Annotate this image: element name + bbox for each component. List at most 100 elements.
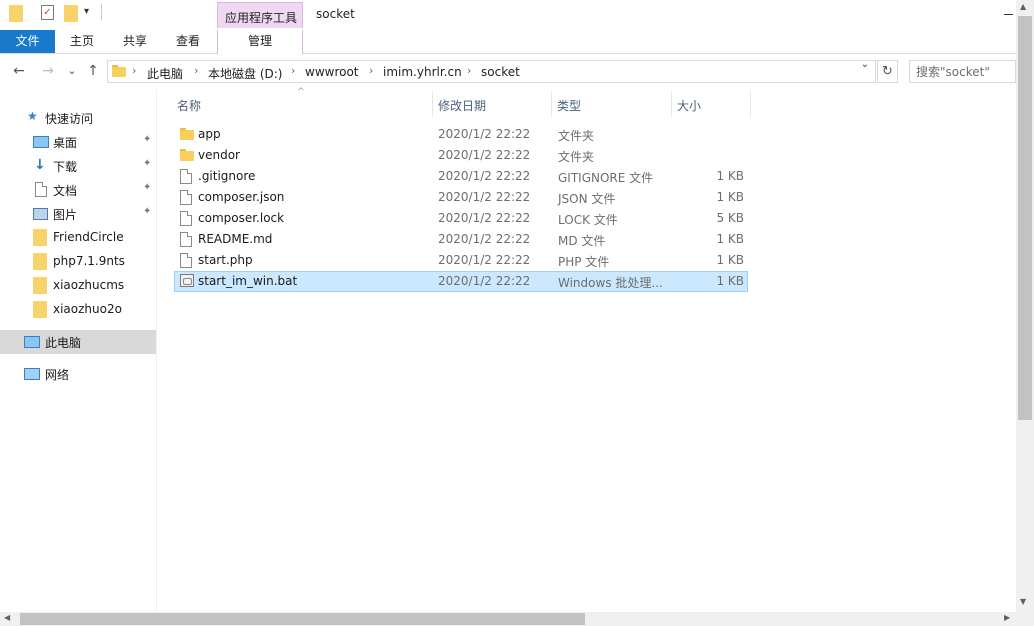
breadcrumb-site[interactable]: imim.yhrlr.cn [383, 65, 462, 79]
address-bar[interactable]: › 此电脑 › 本地磁盘 (D:) › wwwroot › imim.yhrlr… [107, 60, 876, 83]
download-icon: ↓ [34, 157, 46, 173]
sidebar-item-php[interactable]: php7.1.9nts [0, 250, 156, 274]
pin-icon[interactable]: ✦ [143, 158, 151, 169]
forward-button[interactable]: → [40, 63, 56, 79]
back-button[interactable]: ← [11, 63, 27, 79]
folder-icon [33, 253, 47, 270]
file-name: vendor [198, 148, 240, 162]
customize-quick-access-dropdown[interactable]: ▾ [84, 6, 89, 17]
folder-icon [33, 229, 47, 246]
search-input[interactable] [916, 62, 1016, 82]
breadcrumb-this-pc[interactable]: 此电脑 [147, 65, 183, 82]
column-header-name[interactable]: 名称 [172, 89, 432, 117]
sidebar-item-desktop[interactable]: 桌面 ✦ [0, 130, 156, 154]
pictures-icon [33, 208, 48, 220]
new-folder-icon[interactable] [64, 5, 78, 22]
horizontal-scrollbar[interactable]: ◀ ▶ [0, 612, 1016, 626]
sidebar-item-pictures[interactable]: 图片 ✦ [0, 202, 156, 226]
breadcrumb-separator[interactable]: › [467, 64, 471, 77]
scroll-left-icon[interactable]: ◀ [4, 613, 10, 622]
sidebar-item-label: 图片 [53, 208, 78, 222]
navigation-pane: ★ 快速访问 桌面 ✦ ↓ 下载 ✦ 文档 ✦ 图片 ✦ FriendCircl… [0, 89, 157, 612]
search-box[interactable] [909, 60, 1016, 83]
file-row-composer-json[interactable]: composer.json 2020/1/2 22:22 JSON 文件 1 K… [174, 187, 748, 208]
column-header-modified[interactable]: 修改日期 [433, 89, 551, 117]
address-history-dropdown[interactable]: ⌄ [858, 59, 872, 73]
file-row-start-php[interactable]: start.php 2020/1/2 22:22 PHP 文件 1 KB [174, 250, 748, 271]
tab-home[interactable]: 主页 [59, 30, 105, 53]
sidebar-item-label: php7.1.9nts [53, 254, 125, 268]
scroll-right-icon[interactable]: ▶ [1004, 613, 1010, 622]
file-icon [180, 253, 192, 268]
sidebar-item-downloads[interactable]: ↓ 下载 ✦ [0, 154, 156, 178]
pin-icon[interactable]: ✦ [143, 134, 151, 145]
file-row-composer-lock[interactable]: composer.lock 2020/1/2 22:22 LOCK 文件 5 K… [174, 208, 748, 229]
recent-locations-button[interactable]: ⌄ [64, 63, 80, 79]
breadcrumb-wwwroot[interactable]: wwwroot [305, 65, 359, 79]
title-separator [101, 4, 102, 20]
file-icon [180, 232, 192, 247]
vertical-scroll-thumb[interactable] [1018, 16, 1032, 420]
documents-icon [35, 182, 47, 197]
column-divider[interactable] [750, 91, 751, 117]
file-row-readme[interactable]: README.md 2020/1/2 22:22 MD 文件 1 KB [174, 229, 748, 250]
breadcrumb-separator[interactable]: › [291, 64, 295, 77]
navigation-bar: ← → ⌄ ↑ › 此电脑 › 本地磁盘 (D:) › wwwroot › im… [0, 55, 1034, 89]
folder-icon [180, 149, 194, 161]
scroll-up-icon[interactable]: ▲ [1020, 2, 1026, 11]
file-row-app[interactable]: app 2020/1/2 22:22 文件夹 [174, 124, 748, 145]
breadcrumb-separator[interactable]: › [194, 64, 198, 77]
file-explorer-window: ✓ ▾ 应用程序工具 socket 文件 主页 共享 查看 管理 ← → ⌄ ↑… [0, 0, 1034, 626]
file-type: Windows 批处理... [558, 276, 663, 290]
sidebar-item-label: 桌面 [53, 136, 78, 150]
file-row-start-im-win-bat[interactable]: start_im_win.bat 2020/1/2 22:22 Windows … [174, 271, 748, 292]
network-icon [24, 368, 40, 380]
file-row-gitignore[interactable]: .gitignore 2020/1/2 22:22 GITIGNORE 文件 1… [174, 166, 748, 187]
desktop-icon [33, 136, 49, 148]
quick-access-folder-icon[interactable] [9, 5, 23, 22]
sidebar-item-label: 文档 [53, 184, 78, 198]
up-button[interactable]: ↑ [85, 63, 101, 79]
breadcrumb-local-disk[interactable]: 本地磁盘 (D:) [208, 65, 282, 82]
file-type: 文件夹 [558, 150, 595, 164]
file-row-vendor[interactable]: vendor 2020/1/2 22:22 文件夹 [174, 145, 748, 166]
sidebar-item-friendcircle[interactable]: FriendCircle [0, 226, 156, 250]
tab-view[interactable]: 查看 [165, 30, 211, 53]
breadcrumb-socket[interactable]: socket [481, 65, 520, 79]
file-modified: 2020/1/2 22:22 [438, 274, 531, 288]
file-name: composer.json [198, 190, 285, 204]
column-header-type[interactable]: 类型 [552, 89, 671, 117]
file-size: 1 KB [716, 190, 744, 204]
sidebar-item-documents[interactable]: 文档 ✦ [0, 178, 156, 202]
breadcrumb-separator[interactable]: › [132, 64, 136, 77]
breadcrumb-separator[interactable]: › [369, 64, 373, 77]
file-modified: 2020/1/2 22:22 [438, 211, 531, 225]
sidebar-item-xiaozhuo2o[interactable]: xiaozhuo2o [0, 298, 156, 322]
sidebar-item-label: FriendCircle [53, 230, 124, 244]
sidebar-item-this-pc[interactable]: 此电脑 [0, 330, 156, 354]
tab-manage[interactable]: 管理 [217, 30, 303, 54]
vertical-scrollbar[interactable]: ▲ ▼ [1016, 0, 1034, 612]
file-type: LOCK 文件 [558, 213, 618, 227]
sidebar-item-label: xiaozhuo2o [53, 302, 122, 316]
pin-icon[interactable]: ✦ [143, 182, 151, 193]
sidebar-item-quick-access[interactable]: ★ 快速访问 [0, 106, 156, 130]
sidebar-item-xiaozhucms[interactable]: xiaozhucms [0, 274, 156, 298]
file-type: 文件夹 [558, 129, 595, 143]
sidebar-item-network[interactable]: 网络 [0, 362, 156, 386]
scroll-down-icon[interactable]: ▼ [1020, 597, 1026, 606]
tab-file[interactable]: 文件 [0, 30, 55, 53]
file-name: app [198, 127, 221, 141]
file-name: .gitignore [198, 169, 256, 183]
refresh-button[interactable]: ↻ [877, 60, 898, 83]
column-header-size[interactable]: 大小 [672, 89, 750, 117]
pin-icon[interactable]: ✦ [143, 206, 151, 217]
tab-share[interactable]: 共享 [112, 30, 158, 53]
horizontal-scroll-thumb[interactable] [20, 613, 585, 625]
properties-icon[interactable]: ✓ [41, 5, 54, 20]
minimize-icon[interactable] [1004, 14, 1013, 15]
file-size: 1 KB [716, 169, 744, 183]
ribbon-tabs: 文件 主页 共享 查看 管理 [0, 30, 1034, 54]
sidebar-item-label: 快速访问 [45, 112, 94, 126]
file-type: GITIGNORE 文件 [558, 171, 654, 185]
